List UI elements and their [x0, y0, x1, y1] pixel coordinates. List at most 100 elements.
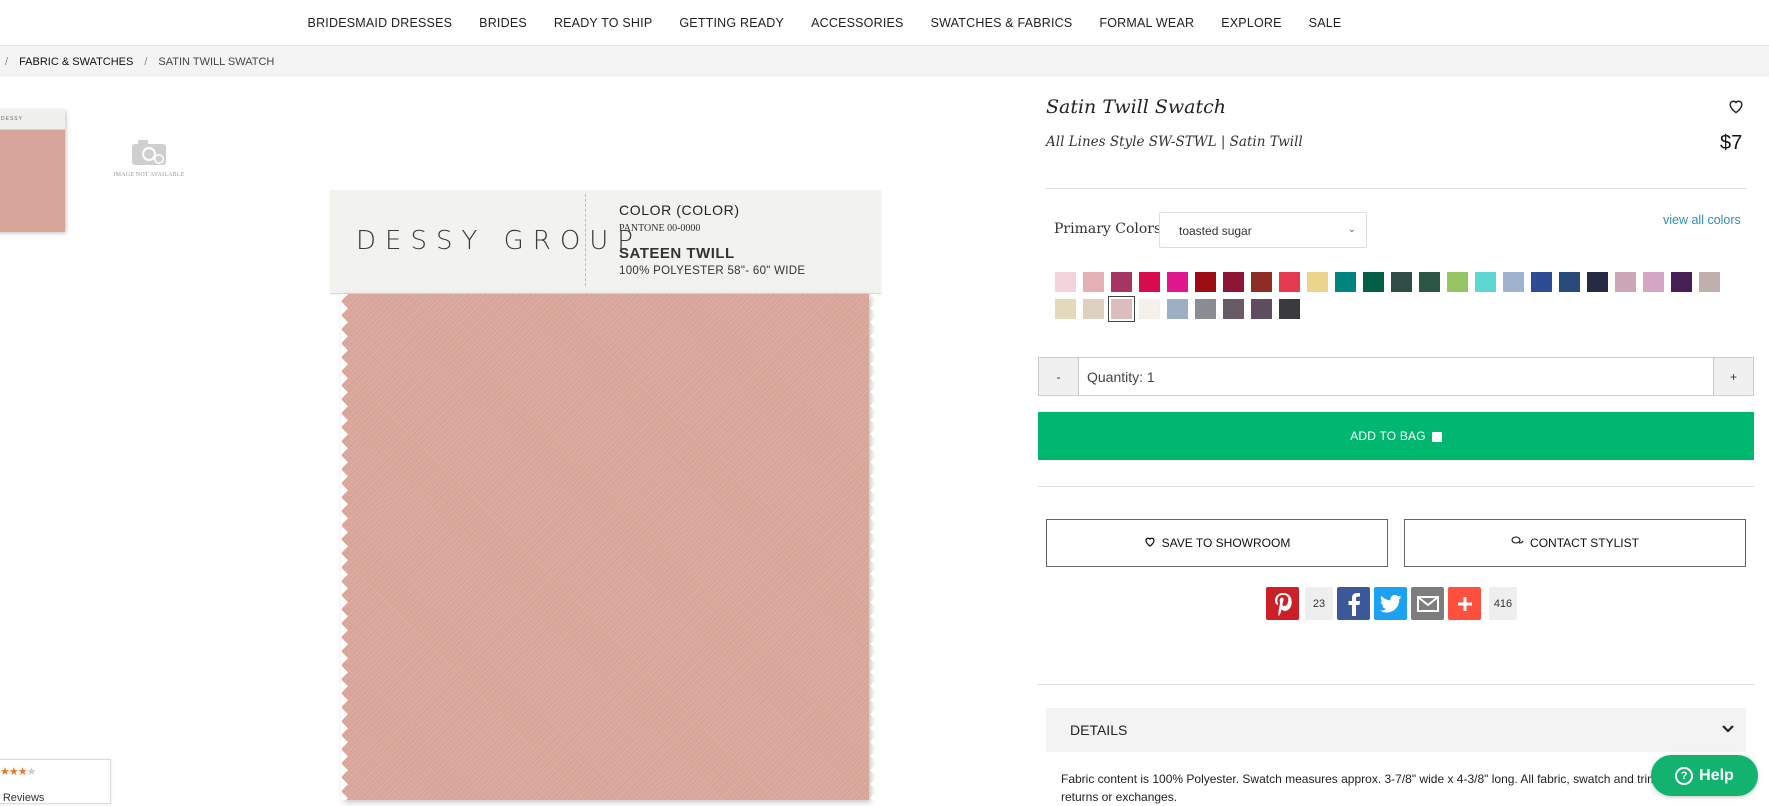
color-swatch[interactable] — [1055, 272, 1076, 292]
breadcrumb-current: SATIN TWILL SWATCH — [158, 55, 275, 68]
primary-colors-selected: toasted sugar — [1179, 224, 1252, 238]
color-swatch[interactable] — [1307, 272, 1328, 292]
pinterest-icon — [1274, 592, 1292, 616]
color-swatch[interactable] — [1391, 272, 1412, 292]
favorite-heart-icon[interactable] — [1727, 98, 1747, 116]
image-not-available-text: IMAGE NOT AVAILABLE — [113, 172, 185, 178]
nav-item-swatches-fabrics[interactable]: SWATCHES & FABRICS — [931, 16, 1073, 30]
product-subtitle: All Lines Style SW-STWL | Satin Twill — [1046, 134, 1303, 150]
camera-icon — [130, 138, 168, 166]
color-swatch[interactable] — [1699, 272, 1720, 292]
primary-colors-select[interactable]: toasted sugar ⌄ — [1159, 212, 1367, 248]
plus-icon — [1457, 596, 1472, 611]
color-swatch-grid — [1055, 272, 1745, 322]
breadcrumb-link-fabric-swatches[interactable]: FABRIC & SWATCHES — [19, 56, 133, 68]
pinterest-share-count: 23 — [1305, 587, 1333, 620]
color-swatch[interactable] — [1419, 272, 1440, 292]
contact-stylist-label: CONTACT STYLIST — [1530, 536, 1639, 550]
swatch-card-fabric: SATEEN TWILL — [619, 245, 735, 262]
color-swatch[interactable] — [1083, 299, 1104, 319]
details-text: Fabric content is 100% Polyester. Swatch… — [1061, 772, 1705, 804]
color-swatch[interactable] — [1083, 272, 1104, 292]
color-swatch[interactable] — [1531, 272, 1552, 292]
divider — [1038, 486, 1754, 487]
nav-item-ready-to-ship[interactable]: READY TO SHIP — [554, 16, 652, 30]
question-icon: ? — [1675, 766, 1694, 785]
swatch-card-pantone: PANTONE 00-0000 — [619, 223, 701, 234]
nav-item-brides[interactable]: BRIDES — [479, 16, 527, 30]
swatch-card-divider — [585, 194, 586, 286]
top-nav: BRIDESMAID DRESSES BRIDES READY TO SHIP GET… — [0, 0, 1769, 46]
color-swatch[interactable] — [1615, 272, 1636, 292]
color-swatch[interactable] — [1223, 272, 1244, 292]
nav-item-explore[interactable]: EXPLORE — [1221, 16, 1281, 30]
color-swatch[interactable] — [1447, 272, 1468, 292]
details-accordion[interactable]: DETAILS — [1046, 708, 1746, 752]
email-share-button[interactable] — [1411, 587, 1444, 620]
color-swatch[interactable] — [1363, 272, 1384, 292]
color-swatch[interactable] — [1195, 299, 1216, 319]
color-swatch[interactable] — [1195, 272, 1216, 292]
details-heading: DETAILS — [1070, 722, 1128, 738]
quantity-decrease-button[interactable]: - — [1038, 357, 1079, 396]
divider — [1038, 684, 1754, 685]
nav-item-formal-wear[interactable]: FORMAL WEAR — [1099, 16, 1194, 30]
color-swatch[interactable] — [1139, 272, 1160, 292]
color-swatch[interactable] — [1167, 299, 1188, 319]
swatch-card-content: 100% POLYESTER 58"- 60" WIDE — [619, 265, 806, 277]
color-swatch[interactable] — [1559, 272, 1580, 292]
rating-stars: ★★★★ — [0, 765, 36, 778]
add-to-bag-label: ADD TO BAG — [1350, 429, 1426, 443]
color-swatch[interactable] — [1251, 299, 1272, 319]
save-to-showroom-button[interactable]: SAVE TO SHOWROOM — [1046, 519, 1388, 567]
rating-stars-on: ★★★ — [0, 766, 28, 778]
main-product-image: DESSY GROUP COLOR (COLOR) PANTONE 00-000… — [330, 190, 881, 800]
color-swatch[interactable] — [1335, 272, 1356, 292]
gallery-thumbnail-2[interactable]: IMAGE NOT AVAILABLE — [108, 138, 190, 190]
color-swatch[interactable] — [1055, 299, 1076, 319]
color-swatch[interactable] — [1223, 299, 1244, 319]
color-swatch[interactable] — [1671, 272, 1692, 292]
heart-icon — [1144, 536, 1156, 550]
color-swatch[interactable] — [1643, 272, 1664, 292]
thumbnail-brand-text: DESSY — [1, 116, 23, 122]
product-price: $7 — [1720, 132, 1743, 154]
color-swatch[interactable] — [1279, 299, 1300, 319]
twitter-share-button[interactable] — [1374, 587, 1407, 620]
primary-colors-label: Primary Colors: — [1054, 221, 1166, 237]
color-swatch[interactable] — [1167, 272, 1188, 292]
swatch-card-color: COLOR (COLOR) — [619, 202, 740, 218]
color-swatch[interactable] — [1111, 272, 1132, 292]
color-swatch[interactable] — [1108, 296, 1135, 322]
reviews-widget[interactable]: ★★★★ er Reviews — [0, 759, 111, 804]
color-swatch[interactable] — [1139, 299, 1160, 319]
help-button[interactable]: ? Help — [1651, 755, 1758, 796]
more-share-button[interactable] — [1448, 587, 1481, 620]
view-all-colors-link[interactable]: view all colors — [1663, 213, 1741, 227]
nav-item-bridesmaid-dresses[interactable]: BRIDESMAID DRESSES — [308, 16, 453, 30]
breadcrumb-separator: / — [5, 55, 9, 68]
shopping-bag-icon — [1431, 432, 1442, 442]
add-to-bag-button[interactable]: ADD TO BAG — [1038, 412, 1754, 460]
gallery-thumbnail-1[interactable]: DESSY — [0, 110, 65, 232]
quantity-increase-button[interactable]: + — [1713, 357, 1754, 396]
color-swatch[interactable] — [1503, 272, 1524, 292]
quantity-field[interactable]: Quantity: 1 — [1079, 357, 1713, 396]
contact-stylist-button[interactable]: CONTACT STYLIST — [1404, 519, 1746, 567]
breadcrumb-separator: / — [144, 55, 148, 68]
swatch-card-header: DESSY GROUP COLOR (COLOR) PANTONE 00-000… — [330, 190, 881, 294]
nav-item-accessories[interactable]: ACCESSORIES — [811, 16, 904, 30]
color-swatch[interactable] — [1475, 272, 1496, 292]
color-swatch[interactable] — [1279, 272, 1300, 292]
color-swatch[interactable] — [1587, 272, 1608, 292]
chevron-down-icon — [1722, 722, 1734, 736]
facebook-icon — [1348, 592, 1360, 616]
facebook-share-button[interactable] — [1337, 587, 1370, 620]
nav-item-getting-ready[interactable]: GETTING READY — [679, 16, 784, 30]
save-to-showroom-label: SAVE TO SHOWROOM — [1161, 536, 1291, 550]
divider — [1046, 188, 1746, 189]
color-swatch[interactable] — [1251, 272, 1272, 292]
nav-item-sale[interactable]: SALE — [1309, 16, 1342, 30]
reviews-label: er Reviews — [0, 792, 45, 804]
pinterest-share-button[interactable] — [1266, 587, 1299, 620]
